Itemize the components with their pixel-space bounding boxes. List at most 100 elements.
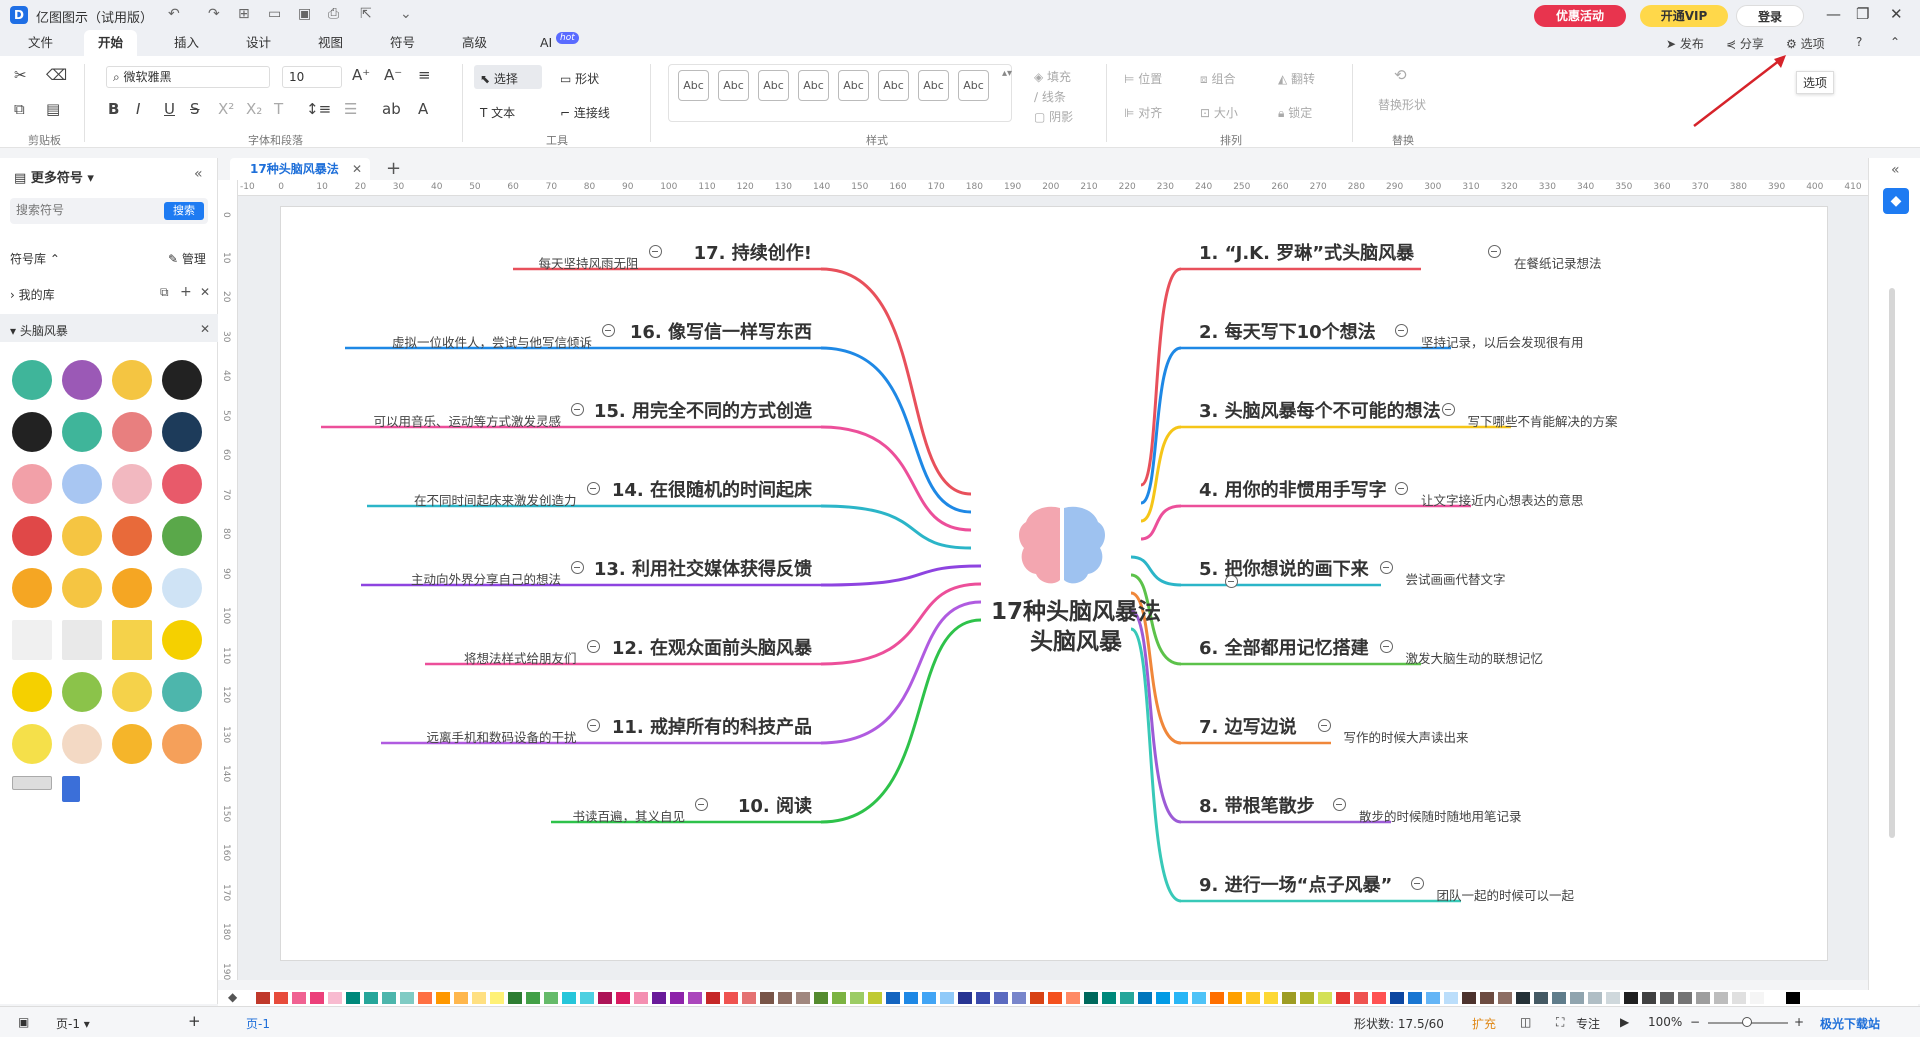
paste-icon[interactable]: ▤	[46, 100, 60, 118]
silhouette-head-icon[interactable]	[162, 360, 202, 400]
color-swatch[interactable]	[1390, 992, 1404, 1004]
shape-tool[interactable]: ▭ 形状	[560, 70, 599, 87]
font-color-icon[interactable]: A	[418, 100, 428, 118]
new-tab-icon[interactable]: +	[386, 158, 401, 180]
collapse-branch-icon[interactable]	[1395, 482, 1408, 495]
color-swatch[interactable]	[1426, 992, 1440, 1004]
branch-topic[interactable]: 15. 用完全不同的方式创造	[594, 397, 812, 423]
dark-brain-icon[interactable]	[162, 412, 202, 452]
size-button[interactable]: ⊡ 大小	[1200, 104, 1238, 121]
branch-topic[interactable]: 13. 利用社交媒体获得反馈	[594, 555, 812, 581]
color-swatch[interactable]	[1462, 992, 1476, 1004]
tab-advanced[interactable]: 高级	[448, 30, 501, 56]
style-preset-7[interactable]: Abc	[918, 70, 949, 101]
branch-note[interactable]: 每天坚持风雨无阻	[538, 253, 638, 272]
color-swatch[interactable]	[1192, 992, 1206, 1004]
format-painter-icon[interactable]: ⌫	[46, 66, 67, 84]
color-swatch[interactable]	[742, 992, 756, 1004]
bullet-list-icon[interactable]: ☰	[344, 100, 357, 118]
tab-home[interactable]: 开始	[84, 30, 138, 56]
branch-note[interactable]: 将想法样式给朋友们	[464, 648, 577, 667]
new-file-icon[interactable]: ⊞	[238, 6, 250, 22]
color-swatch[interactable]	[976, 992, 990, 1004]
branch-note[interactable]: 写作的时候大声读出来	[1344, 727, 1469, 746]
color-swatch[interactable]	[1570, 992, 1584, 1004]
color-swatch[interactable]	[1012, 992, 1026, 1004]
color-swatch[interactable]	[1048, 992, 1062, 1004]
style-preset-2[interactable]: Abc	[718, 70, 749, 101]
close-category-icon[interactable]: ✕	[200, 322, 210, 336]
branch-topic[interactable]: 7. 边写边说	[1199, 713, 1297, 739]
brain-pink-icon[interactable]	[12, 464, 52, 504]
play-icon[interactable]: ▶	[1620, 1015, 1629, 1029]
style-preset-6[interactable]: Abc	[878, 70, 909, 101]
collapse-branch-icon[interactable]	[695, 798, 708, 811]
collapse-branch-icon[interactable]	[571, 403, 584, 416]
replace-shape-button[interactable]: 替换形状	[1378, 96, 1426, 113]
collapse-branch-icon[interactable]	[1488, 245, 1501, 258]
branch-topic[interactable]: 12. 在观众面前头脑风暴	[612, 634, 812, 660]
customize-qa-icon[interactable]: ⌄	[400, 6, 412, 22]
color-swatch[interactable]	[1030, 992, 1044, 1004]
star-burst-icon[interactable]	[112, 568, 152, 608]
color-swatch[interactable]	[796, 992, 810, 1004]
copy-icon[interactable]: ⧉	[14, 100, 25, 118]
gears-head-icon[interactable]	[112, 360, 152, 400]
color-swatch[interactable]	[1174, 992, 1188, 1004]
expand-link[interactable]: 扩充	[1472, 1015, 1496, 1032]
page-view-icon[interactable]: ▣	[18, 1015, 29, 1029]
color-swatch[interactable]	[1408, 992, 1422, 1004]
color-swatch[interactable]	[1156, 992, 1170, 1004]
italic-icon[interactable]: I	[136, 100, 140, 118]
increase-font-icon[interactable]: A⁺	[352, 66, 370, 84]
redo-icon[interactable]: ↷	[208, 6, 220, 22]
branch-topic[interactable]: 8. 带根笔散步	[1199, 792, 1315, 818]
symbol-panel-title[interactable]: ▤ 更多符号 ▾	[14, 167, 94, 186]
color-swatch[interactable]	[1336, 992, 1350, 1004]
bulb-glow-icon[interactable]	[12, 672, 52, 712]
color-swatch[interactable]	[1660, 992, 1674, 1004]
collapse-panel-icon[interactable]: «	[194, 166, 203, 182]
collapse-branch-icon[interactable]	[586, 719, 600, 732]
brain-light-icon[interactable]	[112, 464, 152, 504]
bulb-yellow-icon[interactable]	[12, 724, 52, 764]
color-swatch[interactable]	[544, 992, 558, 1004]
color-swatch[interactable]	[706, 992, 720, 1004]
align-button[interactable]: ⊫ 对齐	[1124, 104, 1162, 121]
eye-icon[interactable]	[162, 516, 202, 556]
branch-topic[interactable]: 6. 全部都用记忆搭建	[1199, 634, 1369, 660]
team-icon[interactable]	[112, 516, 152, 556]
central-topic[interactable]: 17种头脑风暴法 头脑风暴	[951, 597, 1201, 657]
flip-button[interactable]: ◭ 翻转	[1278, 70, 1315, 87]
color-swatch[interactable]	[310, 992, 324, 1004]
zoom-out-icon[interactable]: −	[1690, 1015, 1700, 1029]
brain-head-icon[interactable]	[62, 360, 102, 400]
color-swatch[interactable]	[526, 992, 540, 1004]
gallery-scroll-icon[interactable]: ▴▾	[1002, 68, 1012, 79]
branch-note[interactable]: 坚持记录，以后会发现很有用	[1421, 332, 1584, 351]
symbol-library-toggle[interactable]: 符号库 ⌃	[10, 250, 60, 267]
style-preset-5[interactable]: Abc	[838, 70, 869, 101]
manage-button[interactable]: ✎ 管理	[168, 250, 206, 267]
collapse-branch-icon[interactable]	[586, 482, 600, 495]
branch-note[interactable]: 可以用音乐、运动等方式激发灵感	[373, 411, 561, 430]
vip-button[interactable]: 开通VIP	[1640, 5, 1728, 27]
color-swatch[interactable]	[616, 992, 630, 1004]
color-swatch[interactable]	[364, 992, 378, 1004]
line-button[interactable]: ∕ 线条	[1034, 88, 1066, 105]
color-swatch[interactable]	[346, 992, 360, 1004]
color-swatch[interactable]	[1534, 992, 1548, 1004]
tab-insert[interactable]: 插入	[160, 30, 213, 56]
undo-icon[interactable]: ↶	[168, 6, 180, 22]
color-swatch[interactable]	[418, 992, 432, 1004]
color-swatch[interactable]	[886, 992, 900, 1004]
color-swatch[interactable]	[904, 992, 918, 1004]
branch-note[interactable]: 虚拟一位收件人，尝试与他写信倾诉	[392, 332, 592, 351]
board-icon[interactable]	[162, 568, 202, 608]
color-swatch[interactable]	[850, 992, 864, 1004]
color-swatch[interactable]	[868, 992, 882, 1004]
bulb-icon[interactable]	[162, 620, 202, 660]
tab-design[interactable]: 设计	[232, 30, 285, 56]
bulb-small-icon[interactable]	[112, 672, 152, 712]
color-swatch[interactable]	[688, 992, 702, 1004]
